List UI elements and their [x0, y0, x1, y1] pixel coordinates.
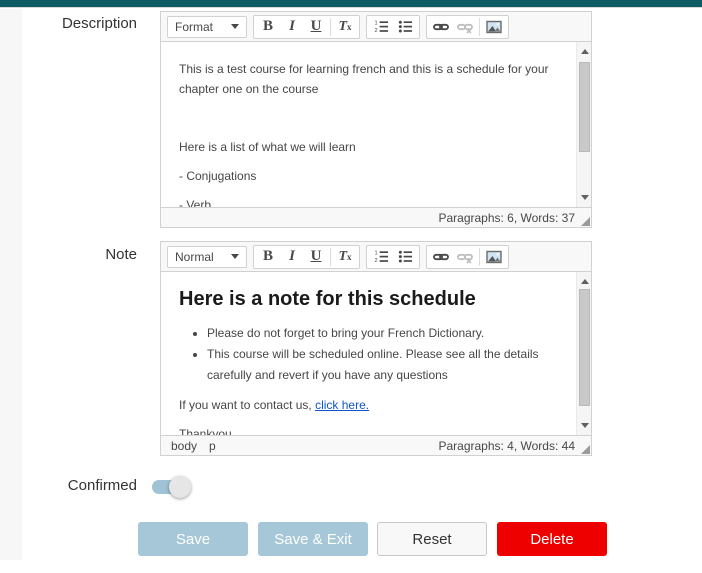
format-dropdown[interactable]: Format [167, 16, 247, 38]
link-group [426, 15, 509, 39]
description-editor-statusbar: Paragraphs: 6, Words: 37 [161, 207, 591, 227]
confirmed-label: Confirmed [30, 477, 137, 494]
bulleted-list-icon[interactable] [393, 16, 417, 38]
link-icon[interactable] [429, 246, 453, 268]
underline-button[interactable]: U [304, 16, 328, 38]
svg-text:2: 2 [374, 28, 377, 34]
note-bullet-item: This course will be scheduled online. Pl… [207, 344, 567, 386]
reset-button[interactable]: Reset [377, 522, 487, 556]
unlink-icon[interactable] [453, 246, 477, 268]
toolbar-separator [330, 248, 331, 266]
format-dropdown-value: Format [175, 20, 213, 34]
page: Description Format B I U Tx [0, 0, 702, 573]
italic-button[interactable]: I [280, 16, 304, 38]
description-label: Description [30, 15, 137, 32]
scroll-up-icon[interactable] [577, 274, 591, 289]
bold-button[interactable]: B [256, 246, 280, 268]
numbered-list-icon[interactable]: 1 2 [369, 246, 393, 268]
image-icon[interactable] [482, 16, 506, 38]
note-bullet-item: Please do not forget to bring your Frenc… [207, 323, 567, 344]
bulleted-list-icon[interactable] [393, 246, 417, 268]
svg-text:1: 1 [374, 21, 377, 27]
confirmed-toggle[interactable] [152, 476, 198, 498]
description-editor-content[interactable]: This is a test course for learning frenc… [161, 42, 591, 207]
word-count: Paragraphs: 4, Words: 44 [438, 439, 575, 453]
note-editor-statusbar: body p Paragraphs: 4, Words: 44 [161, 435, 591, 455]
word-count: Paragraphs: 6, Words: 37 [438, 211, 575, 225]
description-scrollbar[interactable] [576, 42, 591, 207]
unlink-icon[interactable] [453, 16, 477, 38]
note-scrollbar[interactable] [576, 272, 591, 435]
description-paragraph: This is a test course for learning frenc… [179, 59, 567, 99]
delete-button[interactable]: Delete [497, 522, 607, 556]
scrollbar-thumb[interactable] [579, 62, 590, 152]
note-heading: Here is a note for this schedule [179, 288, 567, 311]
toolbar-separator [330, 18, 331, 36]
svg-text:1: 1 [374, 251, 377, 257]
bold-button[interactable]: B [256, 16, 280, 38]
description-paragraph: Here is a list of what we will learn [179, 137, 567, 157]
underline-button[interactable]: U [304, 246, 328, 268]
description-editor-toolbar: Format B I U Tx 1 [161, 12, 591, 42]
text-style-group: B I U Tx [253, 15, 360, 39]
resize-handle-icon[interactable] [581, 217, 590, 226]
remove-format-button[interactable]: Tx [333, 246, 357, 268]
format-dropdown-value: Normal [175, 250, 214, 264]
note-contact-paragraph: If you want to contact us, click here. [179, 395, 567, 415]
svg-text:2: 2 [374, 258, 377, 264]
image-icon[interactable] [482, 246, 506, 268]
note-label: Note [30, 246, 137, 263]
note-bullet-list: Please do not forget to bring your Frenc… [179, 323, 567, 386]
save-button[interactable]: Save [138, 522, 248, 556]
remove-format-button[interactable]: Tx [333, 16, 357, 38]
description-blank-paragraph [179, 108, 567, 128]
chevron-down-icon [231, 24, 239, 29]
toolbar-separator [479, 18, 480, 36]
list-group: 1 2 [366, 245, 420, 269]
scroll-down-icon[interactable] [577, 190, 591, 205]
description-editor: Format B I U Tx 1 [160, 11, 592, 228]
chevron-down-icon [231, 254, 239, 259]
scroll-up-icon[interactable] [577, 44, 591, 59]
scrollbar-thumb[interactable] [579, 289, 590, 406]
note-closing-paragraph: Thankyou [179, 424, 567, 435]
link-icon[interactable] [429, 16, 453, 38]
numbered-list-icon[interactable]: 1 2 [369, 16, 393, 38]
toggle-thumb [169, 476, 191, 498]
note-editor-toolbar: Normal B I U Tx 1 [161, 242, 591, 272]
italic-button[interactable]: I [280, 246, 304, 268]
list-group: 1 2 [366, 15, 420, 39]
top-accent-bar [0, 0, 702, 8]
element-path: body p [171, 439, 216, 453]
save-and-exit-button[interactable]: Save & Exit [258, 522, 368, 556]
note-editor-content[interactable]: Here is a note for this schedule Please … [161, 272, 591, 435]
scroll-down-icon[interactable] [577, 418, 591, 433]
format-dropdown[interactable]: Normal [167, 246, 247, 268]
contact-link[interactable]: click here. [315, 398, 369, 412]
element-path-p[interactable]: p [209, 439, 216, 453]
resize-handle-icon[interactable] [581, 445, 590, 454]
description-paragraph: - Verb [179, 195, 567, 207]
toolbar-separator [479, 248, 480, 266]
note-editor: Normal B I U Tx 1 [160, 241, 592, 456]
element-path-body[interactable]: body [171, 439, 197, 453]
page-background-strip [0, 9, 22, 560]
description-paragraph: - Conjugations [179, 166, 567, 186]
link-group [426, 245, 509, 269]
text-style-group: B I U Tx [253, 245, 360, 269]
